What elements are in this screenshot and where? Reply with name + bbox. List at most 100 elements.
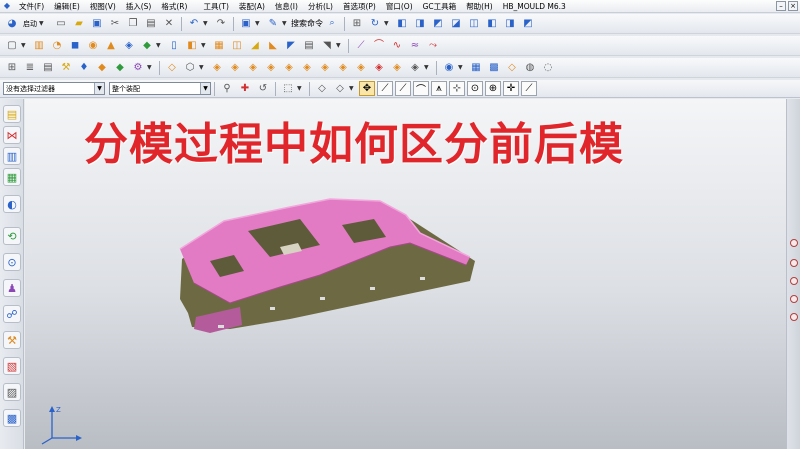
menu-view[interactable]: 视图(V) (85, 1, 121, 12)
chevron-down-icon[interactable]: ▼ (458, 64, 464, 71)
unite-icon[interactable]: ◈ (122, 39, 136, 53)
select-box-icon[interactable]: ⬚ (281, 82, 295, 96)
subtract-icon[interactable]: ◆ (140, 39, 154, 53)
boss-icon[interactable]: ▲ (104, 39, 118, 53)
hole-icon[interactable]: ◉ (86, 39, 100, 53)
offset-face-icon[interactable]: ▦ (212, 39, 226, 53)
mark-icon[interactable] (790, 259, 798, 267)
chevron-down-icon[interactable]: ▼ (255, 20, 261, 27)
mold-tools-icon[interactable]: ⚙ (131, 61, 145, 75)
menu-gc-toolbox[interactable]: GC工具箱 (418, 1, 462, 12)
part-templates-icon[interactable]: ▧ (3, 357, 21, 375)
chevron-down-icon[interactable]: ▼ (147, 64, 153, 71)
snap-control-icon[interactable]: ⌒ (413, 81, 429, 96)
snap-existing-point-icon[interactable]: ⊕ (485, 81, 501, 96)
view-back-icon[interactable]: ◨ (503, 17, 517, 31)
chevron-down-icon[interactable]: ▼ (424, 64, 430, 71)
snap-center-icon[interactable]: ⊹ (449, 81, 465, 96)
sketch-icon[interactable]: ▢ (5, 39, 19, 53)
hidden-edge-icon[interactable]: ◇ (505, 61, 519, 75)
search-icon[interactable]: ⌕ (325, 17, 339, 31)
mark-icon[interactable] (790, 277, 798, 285)
paste-icon[interactable]: ▤ (144, 17, 158, 31)
part-navigator-icon[interactable]: ▥ (3, 147, 21, 165)
split-tool-icon[interactable]: ◈ (318, 61, 332, 75)
menu-tools[interactable]: 工具(T) (198, 1, 233, 12)
parting-line-icon[interactable]: ◈ (228, 61, 242, 75)
mirror-icon[interactable]: ◥ (320, 39, 334, 53)
mold-wizard-icon[interactable]: ♦ (77, 61, 91, 75)
wireframe-icon[interactable]: ▦ (469, 61, 483, 75)
mold-cavity-icon[interactable]: ◆ (95, 61, 109, 75)
menu-hb-mould[interactable]: HB_MOULD M6.3 (498, 2, 571, 11)
mark-icon[interactable] (790, 239, 798, 247)
shell-icon[interactable]: ◫ (230, 39, 244, 53)
menu-format[interactable]: 格式(R) (156, 1, 192, 12)
trim-body-icon[interactable]: ▯ (167, 39, 181, 53)
parting-surface-icon[interactable]: ◈ (246, 61, 260, 75)
chevron-down-icon[interactable]: ▼ (297, 85, 303, 92)
menu-help[interactable]: 帮助(H) (461, 1, 498, 12)
view-right-icon[interactable]: ◪ (449, 17, 463, 31)
display-mode-icon[interactable]: ◉ (442, 61, 456, 75)
draft-icon[interactable]: ◤ (284, 39, 298, 53)
patch-icon[interactable]: ◈ (210, 61, 224, 75)
chamfer-icon[interactable]: ◣ (266, 39, 280, 53)
save-as-icon[interactable]: ▣ (239, 17, 253, 31)
mold-cooling-icon[interactable]: ◈ (354, 61, 368, 75)
chevron-down-icon[interactable]: ▼ (282, 20, 288, 27)
face-icon[interactable]: ◇ (165, 61, 179, 75)
constraint-navigator-icon[interactable]: ⋈ (3, 126, 21, 144)
curve-offset-icon[interactable]: ≈ (408, 39, 422, 53)
view-front-icon[interactable]: ◨ (413, 17, 427, 31)
curve-arc-icon[interactable]: ⌒ (372, 39, 386, 53)
chevron-down-icon[interactable]: ▼ (199, 64, 205, 71)
part-model[interactable] (170, 195, 500, 355)
chevron-down-icon[interactable]: ▼ (349, 85, 355, 92)
select-edge-icon[interactable]: ◇ (333, 82, 347, 96)
block-icon[interactable]: ◼ (68, 39, 82, 53)
assembly-navigator-icon[interactable]: ▤ (3, 105, 21, 123)
mark-icon[interactable] (790, 313, 798, 321)
select-body-icon[interactable]: ↺ (256, 82, 270, 96)
selection-filter-select[interactable]: 没有选择过滤器 ▼ (3, 82, 105, 95)
cut-icon[interactable]: ✂ (108, 17, 122, 31)
studio-icon[interactable]: ◍ (523, 61, 537, 75)
start-button[interactable]: ◕ 启动 ▼ (3, 17, 48, 31)
select-feature-icon[interactable]: ✚ (238, 82, 252, 96)
view-cube-icon[interactable]: ◧ (395, 17, 409, 31)
undo-icon[interactable]: ↶ (187, 17, 201, 31)
chevron-down-icon[interactable]: ▼ (203, 20, 209, 27)
view-bottom-icon[interactable]: ◧ (485, 17, 499, 31)
view-left-icon[interactable]: ◫ (467, 17, 481, 31)
mold-gate-icon[interactable]: ◈ (372, 61, 386, 75)
trim-tool-icon[interactable]: ◈ (336, 61, 350, 75)
chevron-down-icon[interactable]: ▼ (201, 42, 207, 49)
snap-on-face-icon[interactable]: ⟋ (521, 81, 537, 96)
snap-on-curve-icon[interactable]: ✛ (503, 81, 519, 96)
menu-assembly[interactable]: 装配(A) (234, 1, 270, 12)
menu-edit[interactable]: 编辑(E) (49, 1, 85, 12)
check-regions-icon[interactable]: ◈ (300, 61, 314, 75)
drawing-standards-icon[interactable]: ▩ (3, 409, 21, 427)
curve-spline-icon[interactable]: ∿ (390, 39, 404, 53)
surface-icon[interactable]: ⬡ (183, 61, 197, 75)
mold-insert-icon[interactable]: ◈ (390, 61, 404, 75)
minimize-button[interactable]: – (776, 1, 786, 11)
revolve-icon[interactable]: ◔ (50, 39, 64, 53)
close-button[interactable]: × (788, 1, 798, 11)
pattern-icon[interactable]: ▤ (302, 39, 316, 53)
menu-information[interactable]: 信息(I) (270, 1, 303, 12)
command-search-input[interactable]: 搜索命令 (291, 18, 323, 29)
edge-blend-icon[interactable]: ◢ (248, 39, 262, 53)
assembly-scope-select[interactable]: 整个装配 ▼ (109, 82, 211, 95)
process-studio-icon[interactable]: ⊙ (3, 253, 21, 271)
view-top-icon[interactable]: ◩ (431, 17, 445, 31)
roles-icon[interactable]: ♟ (3, 279, 21, 297)
chevron-down-icon[interactable]: ▼ (336, 42, 342, 49)
menu-analysis[interactable]: 分析(L) (303, 1, 338, 12)
copy-icon[interactable]: ❐ (126, 17, 140, 31)
fit-view-icon[interactable]: ⊞ (350, 17, 364, 31)
drafting-templates-icon[interactable]: ▨ (3, 383, 21, 401)
split-body-icon[interactable]: ◧ (185, 39, 199, 53)
